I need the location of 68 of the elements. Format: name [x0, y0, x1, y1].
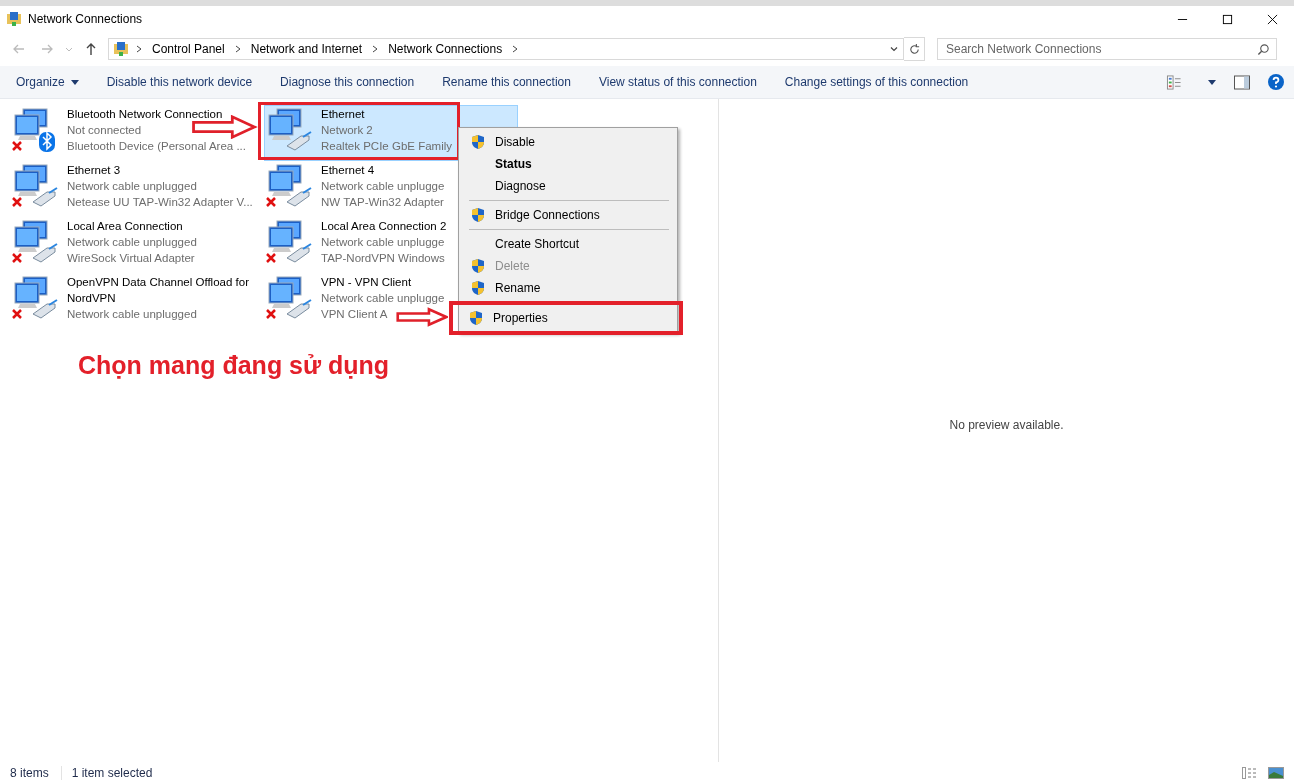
- item-count: 8 items: [10, 766, 50, 780]
- network-folder-icon: [6, 11, 22, 27]
- preview-pane-icon[interactable]: [1234, 74, 1250, 90]
- connection-item[interactable]: OpenVPN Data Channel Offload for NordVPN Network cable unplugged: [10, 273, 264, 329]
- connection-name: Ethernet: [321, 107, 365, 122]
- window-title: Network Connections: [28, 12, 143, 26]
- caret-icon[interactable]: [1208, 79, 1216, 85]
- search-field[interactable]: Search Network Connections: [937, 38, 1277, 60]
- breadcrumb[interactable]: Network Connections: [385, 42, 506, 56]
- connection-status: Not connected: [67, 123, 142, 138]
- help-icon[interactable]: [1268, 74, 1284, 90]
- connection-name: VPN - VPN Client: [321, 275, 412, 290]
- adapter-name: TAP-NordVPN Windows: [321, 251, 445, 266]
- breadcrumb[interactable]: Control Panel: [149, 42, 228, 56]
- connection-item[interactable]: Ethernet 3 Network cable unplugged Netease UU TAP-Win32 Adapter V...: [10, 161, 264, 217]
- connection-name: Bluetooth Network Connection: [67, 107, 223, 122]
- chevron-down-icon[interactable]: [889, 44, 899, 54]
- toolbar-button[interactable]: View status of this connection: [588, 66, 767, 98]
- toolbar-button[interactable]: Diagnose this connection: [270, 66, 425, 98]
- refresh-icon: [907, 42, 921, 56]
- network-folder-icon: [113, 41, 129, 57]
- breadcrumb[interactable]: Network and Internet: [247, 42, 366, 56]
- chevron-right-icon[interactable]: [233, 44, 242, 54]
- adapter-name: Bluetooth Device (Personal Area ...: [67, 139, 246, 154]
- annotation-text: Chọn mang đang sử dụng: [78, 351, 391, 380]
- adapter-name: VPN Client A: [321, 307, 388, 322]
- preview-message: No preview available.: [949, 417, 1064, 432]
- chevron-right-icon[interactable]: [371, 44, 380, 54]
- connection-name: OpenVPN Data Channel Offload for NordVPN: [67, 275, 250, 306]
- view-options-icon[interactable]: [1166, 74, 1182, 90]
- menu-item[interactable]: Bridge Connections: [461, 204, 675, 226]
- menu-item[interactable]: Diagnose: [461, 175, 675, 197]
- menu-item[interactable]: Properties: [455, 307, 677, 329]
- toolbar-button[interactable]: Rename this connection: [432, 66, 581, 98]
- refresh-button[interactable]: [904, 37, 925, 61]
- connection-name: Ethernet 4: [321, 163, 375, 178]
- toolbar-button[interactable]: Organize: [6, 66, 89, 98]
- menu-item[interactable]: Create Shortcut: [461, 233, 675, 255]
- toolbar-button[interactable]: Disable this network device: [96, 66, 263, 98]
- connection-status: Network 2: [321, 123, 373, 138]
- toolbar-button[interactable]: Change settings of this connection: [774, 66, 979, 98]
- adapter-name: Realtek PCIe GbE Family: [321, 139, 452, 154]
- connection-name: Local Area Connection 2: [321, 219, 447, 234]
- connection-status: Network cable unplugge: [321, 179, 445, 194]
- details-view-icon[interactable]: [1242, 767, 1258, 779]
- chevron-right-icon[interactable]: [511, 44, 520, 54]
- search-icon: [1257, 42, 1270, 56]
- connection-status: Network cable unplugged: [67, 179, 197, 194]
- maximize-icon[interactable]: [1222, 13, 1233, 25]
- connection-name: Local Area Connection: [67, 219, 183, 234]
- adapter-name: WireSock Virtual Adapter: [67, 251, 195, 266]
- adapter-name: Netease UU TAP-Win32 Adapter V...: [67, 195, 253, 210]
- menu-item[interactable]: Rename: [461, 277, 675, 299]
- caret-icon: [70, 79, 79, 85]
- selection-count: 1 item selected: [60, 766, 165, 780]
- connection-status: Network cable unplugged: [67, 235, 197, 250]
- connection-item[interactable]: Bluetooth Network Connection Not connected Bluetooth Device (Personal Area ...: [10, 105, 264, 161]
- connection-name: Ethernet 3: [67, 163, 121, 178]
- chevron-right-icon[interactable]: [135, 44, 143, 54]
- address-bar[interactable]: Control Panel Network and Internet Network Connections: [108, 38, 904, 60]
- connection-item[interactable]: Local Area Connection Network cable unplugged WireSock Virtual Adapter: [10, 217, 264, 273]
- connection-status: Network cable unplugged: [67, 307, 197, 322]
- adapter-name: NW TAP-Win32 Adapter: [321, 195, 444, 210]
- connection-status: Network cable unplugge: [321, 235, 445, 250]
- connection-status: Network cable unplugge: [321, 291, 445, 306]
- up-arrow-icon[interactable]: [84, 42, 98, 56]
- close-icon[interactable]: [1267, 13, 1278, 25]
- arrow-annotation: [396, 307, 448, 327]
